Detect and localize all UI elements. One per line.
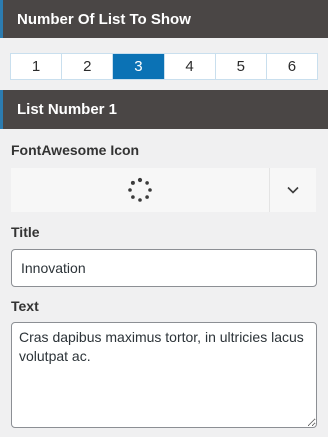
list-count-option-6[interactable]: 6 <box>267 54 317 79</box>
list-count-option-1[interactable]: 1 <box>11 54 63 79</box>
list-count-option-3[interactable]: 3 <box>113 54 165 79</box>
title-input[interactable] <box>11 249 317 287</box>
list-count-selector: 1 2 3 4 5 6 <box>10 53 318 80</box>
fontawesome-icon-label: FontAwesome Icon <box>11 142 140 158</box>
list-number-header[interactable]: List Number 1 <box>0 90 328 129</box>
list-count-option-4[interactable]: 4 <box>165 54 216 79</box>
list-number-title: List Number 1 <box>17 101 118 118</box>
list-count-option-2[interactable]: 2 <box>62 54 114 79</box>
number-of-list-title: Number Of List To Show <box>17 10 191 28</box>
title-label: Title <box>11 224 40 240</box>
list-count-option-5[interactable]: 5 <box>216 54 267 79</box>
text-label: Text <box>11 298 39 314</box>
icon-picker[interactable] <box>11 168 316 212</box>
chevron-down-icon <box>287 186 299 194</box>
text-textarea[interactable]: Cras dapibus maximus tortor, in ultricie… <box>11 322 317 428</box>
number-of-list-header: Number Of List To Show <box>0 0 328 38</box>
spinner-icon <box>128 177 152 202</box>
icon-dropdown-toggle[interactable] <box>269 168 316 212</box>
icon-preview[interactable] <box>11 168 269 212</box>
